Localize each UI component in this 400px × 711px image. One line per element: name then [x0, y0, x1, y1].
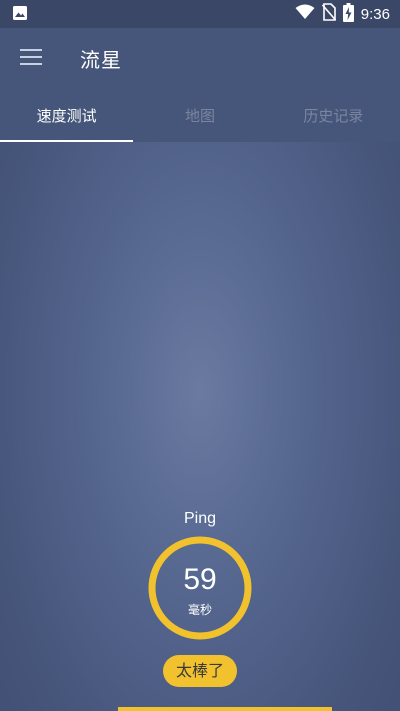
no-sim-icon: [321, 3, 336, 25]
hamburger-menu-icon[interactable]: [20, 48, 42, 66]
tab-map[interactable]: 地图: [133, 96, 266, 142]
ping-gauge: 59 毫秒: [147, 535, 253, 641]
speed-test-screen: 9:36 流星 速度测试 地图 历史记录 Ping 59 毫秒 太棒了: [0, 0, 400, 711]
test-progress-bar: [118, 707, 332, 711]
status-icons: 9:36: [295, 2, 390, 26]
rating-badge[interactable]: 太棒了: [163, 655, 237, 687]
status-time: 9:36: [360, 5, 390, 23]
battery-charging-icon: [342, 2, 354, 26]
tab-history[interactable]: 历史记录: [267, 96, 400, 142]
ping-unit: 毫秒: [187, 603, 212, 617]
ping-label: Ping: [183, 510, 217, 527]
tab-speed-test[interactable]: 速度测试: [0, 96, 134, 142]
status-bar: 9:36: [0, 0, 400, 28]
tab-bar: 速度测试 地图 历史记录: [0, 96, 400, 142]
ping-value: 59: [183, 563, 217, 596]
app-bar: 流星 速度测试 地图 历史记录: [0, 28, 400, 142]
app-title: 流星: [80, 48, 122, 72]
image-notification-icon: [12, 5, 28, 21]
wifi-icon: [295, 4, 315, 24]
